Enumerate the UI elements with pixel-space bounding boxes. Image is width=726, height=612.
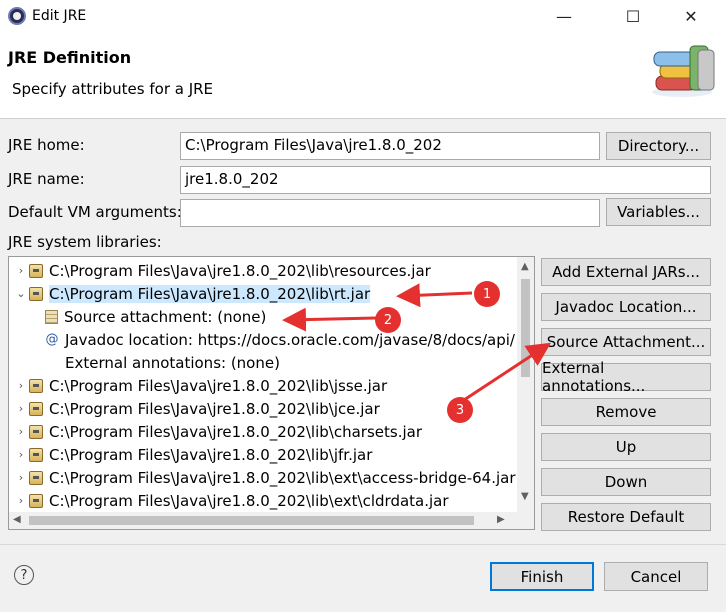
arrow-1: [396, 283, 473, 308]
arrow-3: [463, 342, 552, 402]
cancel-button[interactable]: Cancel: [604, 562, 708, 591]
callout-1: 1: [474, 281, 500, 307]
annotation-arrows: [282, 283, 552, 402]
callout-2: 2: [375, 307, 401, 333]
finish-button[interactable]: Finish: [490, 562, 594, 591]
callout-3: 3: [447, 397, 473, 423]
footer-divider: [0, 544, 726, 545]
help-icon[interactable]: ?: [14, 565, 34, 585]
arrow-2: [282, 307, 377, 332]
